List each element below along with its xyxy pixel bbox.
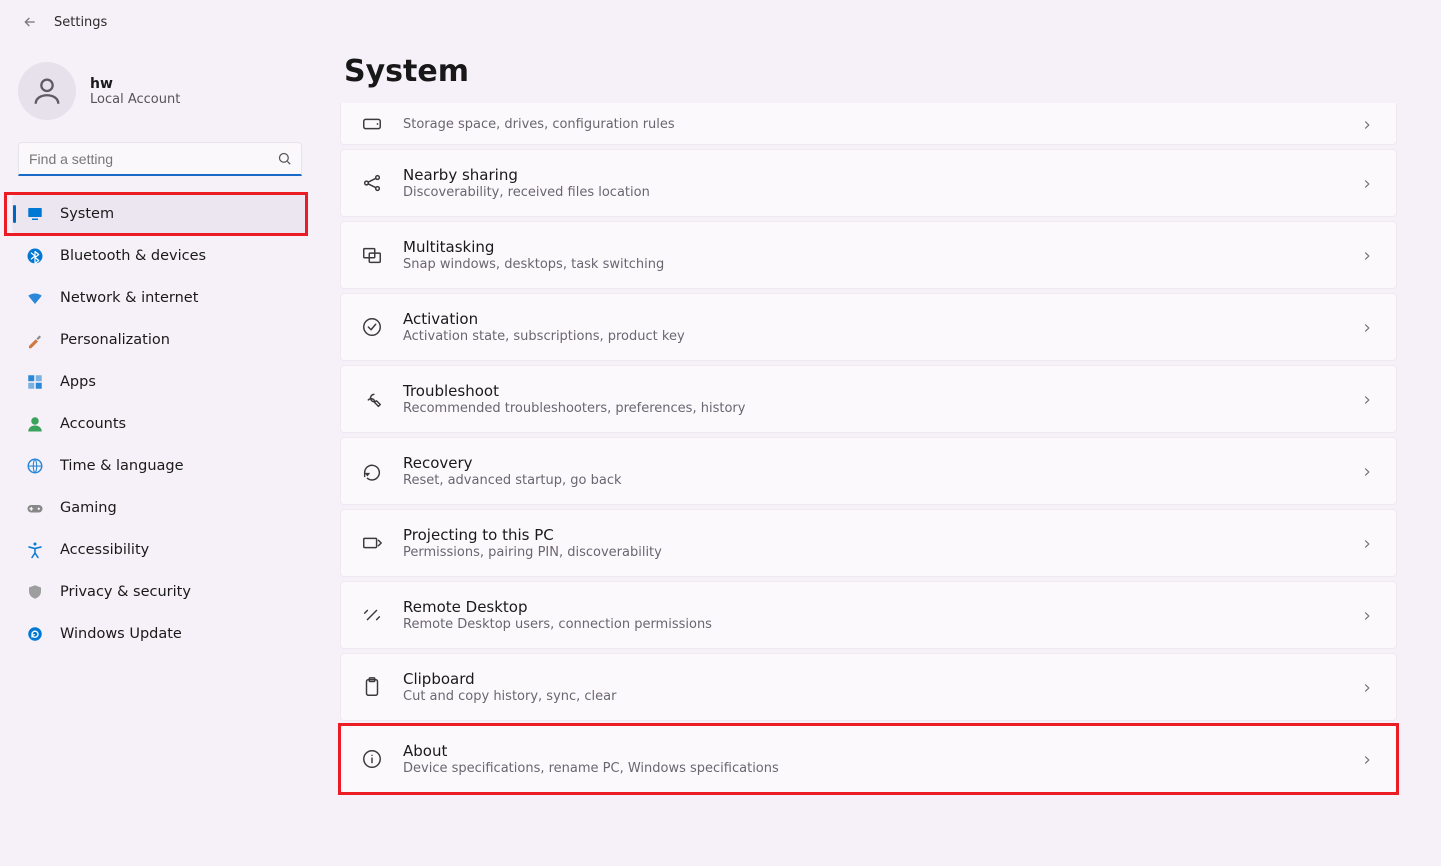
card-storage[interactable]: Storage Storage space, drives, configura…	[340, 103, 1397, 145]
sidebar-item-time[interactable]: Time & language	[12, 446, 308, 486]
sidebar-item-label: Accounts	[60, 416, 126, 432]
card-subtitle: Storage space, drives, configuration rul…	[403, 117, 1340, 132]
sidebar-item-label: Apps	[60, 374, 96, 390]
sidebar-item-label: Accessibility	[60, 542, 149, 558]
chevron-right-icon	[1360, 117, 1374, 131]
chevron-right-icon	[1360, 392, 1374, 406]
sidebar-item-label: Privacy & security	[60, 584, 191, 600]
card-remote[interactable]: Remote Desktop Remote Desktop users, con…	[340, 581, 1397, 649]
sidebar-item-update[interactable]: Windows Update	[12, 614, 308, 654]
globe-icon	[26, 457, 44, 475]
sidebar-item-apps[interactable]: Apps	[12, 362, 308, 402]
update-icon	[26, 625, 44, 643]
card-subtitle: Activation state, subscriptions, product…	[403, 329, 1340, 344]
search-icon	[277, 151, 292, 166]
sidebar-item-label: Gaming	[60, 500, 117, 516]
sidebar: Settings hw Local Account System Bluetoo…	[0, 0, 320, 866]
titlebar: Settings	[12, 14, 308, 30]
card-subtitle: Discoverability, received files location	[403, 185, 1340, 200]
display-icon	[26, 205, 44, 223]
search-input[interactable]	[18, 142, 302, 176]
card-subtitle: Snap windows, desktops, task switching	[403, 257, 1340, 272]
card-title: Clipboard	[403, 670, 1340, 688]
user-block[interactable]: hw Local Account	[12, 58, 308, 124]
app-title: Settings	[54, 15, 107, 30]
wrench-icon	[361, 388, 383, 410]
card-multitask[interactable]: Multitasking Snap windows, desktops, tas…	[340, 221, 1397, 289]
remote-icon	[361, 604, 383, 626]
card-project[interactable]: Projecting to this PC Permissions, pairi…	[340, 509, 1397, 577]
accessibility-icon	[26, 541, 44, 559]
shield-icon	[26, 583, 44, 601]
card-title: Projecting to this PC	[403, 526, 1340, 544]
chevron-right-icon	[1360, 248, 1374, 262]
card-title: About	[403, 742, 1340, 760]
card-title: Multitasking	[403, 238, 1340, 256]
card-subtitle: Reset, advanced startup, go back	[403, 473, 1340, 488]
sidebar-item-system[interactable]: System	[12, 194, 308, 234]
settings-cards: Storage Storage space, drives, configura…	[340, 103, 1397, 793]
check-icon	[361, 316, 383, 338]
sidebar-item-label: Time & language	[60, 458, 184, 474]
gaming-icon	[26, 499, 44, 517]
chevron-right-icon	[1360, 320, 1374, 334]
chevron-right-icon	[1360, 176, 1374, 190]
sidebar-item-label: Bluetooth & devices	[60, 248, 206, 264]
card-title: Recovery	[403, 454, 1340, 472]
brush-icon	[26, 331, 44, 349]
chevron-right-icon	[1360, 464, 1374, 478]
chevron-right-icon	[1360, 680, 1374, 694]
sidebar-item-privacy[interactable]: Privacy & security	[12, 572, 308, 612]
account-icon	[26, 415, 44, 433]
card-nearby[interactable]: Nearby sharing Discoverability, received…	[340, 149, 1397, 217]
sidebar-item-accessibility[interactable]: Accessibility	[12, 530, 308, 570]
wifi-icon	[26, 289, 44, 307]
card-recovery[interactable]: Recovery Reset, advanced startup, go bac…	[340, 437, 1397, 505]
page-title: System	[340, 54, 1397, 89]
apps-icon	[26, 373, 44, 391]
card-title: Remote Desktop	[403, 598, 1340, 616]
sidebar-item-personalization[interactable]: Personalization	[12, 320, 308, 360]
user-name: hw	[90, 76, 180, 92]
sidebar-item-network[interactable]: Network & internet	[12, 278, 308, 318]
multitask-icon	[361, 244, 383, 266]
info-icon	[361, 748, 383, 770]
share-icon	[361, 172, 383, 194]
card-subtitle: Device specifications, rename PC, Window…	[403, 761, 1340, 776]
user-subtitle: Local Account	[90, 92, 180, 107]
back-icon[interactable]	[22, 14, 38, 30]
card-clipboard[interactable]: Clipboard Cut and copy history, sync, cl…	[340, 653, 1397, 721]
card-subtitle: Permissions, pairing PIN, discoverabilit…	[403, 545, 1340, 560]
sidebar-item-bluetooth[interactable]: Bluetooth & devices	[12, 236, 308, 276]
sidebar-item-label: Personalization	[60, 332, 170, 348]
card-subtitle: Cut and copy history, sync, clear	[403, 689, 1340, 704]
chevron-right-icon	[1360, 536, 1374, 550]
sidebar-item-label: Windows Update	[60, 626, 182, 642]
sidebar-item-label: Network & internet	[60, 290, 198, 306]
clipboard-icon	[361, 676, 383, 698]
sidebar-item-label: System	[60, 206, 114, 222]
search-wrap	[18, 142, 302, 176]
recovery-icon	[361, 460, 383, 482]
card-about[interactable]: About Device specifications, rename PC, …	[340, 725, 1397, 793]
project-icon	[361, 532, 383, 554]
avatar	[18, 62, 76, 120]
drive-icon	[361, 113, 383, 135]
card-subtitle: Recommended troubleshooters, preferences…	[403, 401, 1340, 416]
bluetooth-icon	[26, 247, 44, 265]
card-title: Nearby sharing	[403, 166, 1340, 184]
card-subtitle: Remote Desktop users, connection permiss…	[403, 617, 1340, 632]
card-title: Activation	[403, 310, 1340, 328]
sidebar-item-gaming[interactable]: Gaming	[12, 488, 308, 528]
chevron-right-icon	[1360, 608, 1374, 622]
sidebar-item-accounts[interactable]: Accounts	[12, 404, 308, 444]
card-activation[interactable]: Activation Activation state, subscriptio…	[340, 293, 1397, 361]
card-title: Troubleshoot	[403, 382, 1340, 400]
main-content: System Storage Storage space, drives, co…	[320, 0, 1441, 866]
nav-list: System Bluetooth & devices Network & int…	[12, 194, 308, 654]
card-troubleshoot[interactable]: Troubleshoot Recommended troubleshooters…	[340, 365, 1397, 433]
chevron-right-icon	[1360, 752, 1374, 766]
